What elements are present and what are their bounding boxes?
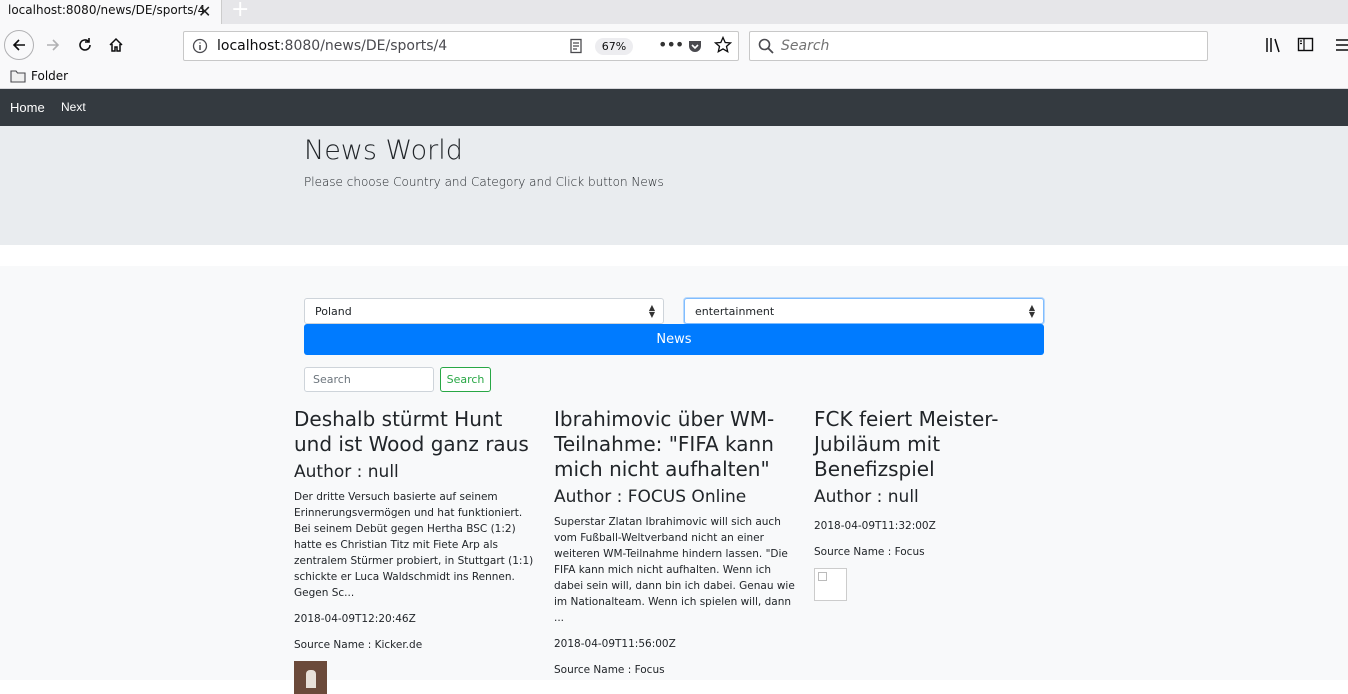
reader-view-icon[interactable] (568, 38, 584, 54)
reload-icon (79, 38, 91, 51)
broken-image-icon[interactable] (814, 568, 847, 601)
search-icon (758, 38, 774, 54)
article-author: Author : FOCUS Online (554, 487, 747, 507)
forward-button[interactable] (38, 30, 68, 60)
forward-arrow-icon (47, 39, 60, 51)
url-bar[interactable]: localhost:8080/news/DE/sports/4 67% ••• (183, 31, 739, 61)
jumbotron: News World Please choose Country and Cat… (0, 126, 1348, 245)
article-source: Source Name : Kicker.de (294, 639, 423, 651)
article-author: Author : null (294, 462, 399, 482)
category-select-value: entertainment (695, 305, 775, 318)
bookmark-star-icon[interactable] (714, 36, 732, 54)
close-icon[interactable]: ✕ (198, 2, 211, 21)
search-button[interactable]: Search (440, 367, 491, 392)
article-date: 2018-04-09T11:56:00Z (554, 638, 676, 650)
article-card: FCK feiert Meister-Jubiläum mit Benefizs… (814, 407, 1059, 601)
tab-strip: localhost:8080/news/DE/sports/4 ✕ + (0, 0, 1348, 24)
category-select[interactable]: entertainment ▲ ▼ (684, 298, 1044, 324)
more-actions-icon[interactable]: ••• (658, 35, 684, 54)
page-title: News World (304, 135, 463, 166)
article-card: Deshalb stürmt Hunt und ist Wood ganz ra… (294, 407, 539, 694)
article-title[interactable]: Ibrahimovic über WM-Teilnahme: "FIFA kan… (554, 407, 799, 482)
article-source: Source Name : Focus (554, 664, 665, 676)
select-arrows-icon: ▲ ▼ (648, 303, 655, 319)
article-card: Ibrahimovic über WM-Teilnahme: "FIFA kan… (554, 407, 799, 676)
nav-next-link[interactable]: Next (61, 100, 86, 114)
article-title[interactable]: FCK feiert Meister-Jubiläum mit Benefizs… (814, 407, 1059, 482)
url-text[interactable]: localhost:8080/news/DE/sports/4 (217, 38, 447, 54)
back-button[interactable] (4, 30, 34, 60)
home-icon (109, 37, 123, 52)
url-path: :8080/news/DE/sports/4 (279, 38, 448, 54)
reload-button[interactable] (70, 30, 100, 60)
bookmark-folder-label: Folder (31, 69, 69, 83)
article-title[interactable]: Deshalb stürmt Hunt und ist Wood ganz ra… (294, 407, 539, 457)
main-content: Poland ▲▼ entertainment ▲▼ News Search D… (0, 266, 1348, 694)
browser-search-placeholder: Search (781, 38, 830, 54)
news-button[interactable]: News (304, 324, 1044, 355)
folder-icon (10, 70, 26, 83)
bookmarks-toolbar: Folder (0, 66, 1348, 89)
back-arrow-icon (12, 39, 25, 51)
article-description: Superstar Zlatan Ibrahimovic will sich a… (554, 516, 795, 624)
bookmark-folder[interactable]: Folder (10, 69, 68, 83)
search-input[interactable] (304, 367, 434, 392)
article-source: Source Name : Focus (814, 546, 925, 558)
country-select-value: Poland (315, 305, 352, 318)
tab-title: localhost:8080/news/DE/sports/4 (8, 3, 206, 17)
article-date: 2018-04-09T12:20:46Z (294, 613, 416, 625)
navigation-toolbar: localhost:8080/news/DE/sports/4 67% ••• … (0, 24, 1348, 66)
zoom-badge[interactable]: 67% (595, 38, 633, 55)
hamburger-menu-icon[interactable] (1336, 37, 1348, 53)
home-button[interactable] (101, 30, 131, 60)
nav-home-link[interactable]: Home (10, 100, 45, 115)
article-thumbnail[interactable] (294, 661, 327, 694)
web-page: Home Next News World Please choose Count… (0, 89, 1348, 694)
tab-active[interactable]: localhost:8080/news/DE/sports/4 ✕ (0, 0, 222, 24)
site-navbar: Home Next (0, 89, 1348, 126)
page-subtitle: Please choose Country and Category and C… (304, 175, 664, 189)
new-tab-icon[interactable]: + (231, 0, 249, 22)
info-icon[interactable] (192, 38, 208, 54)
url-host: localhost (217, 38, 280, 54)
article-description: Der dritte Versuch basierte auf seinem E… (294, 491, 534, 599)
article-author: Author : null (814, 487, 919, 507)
country-select[interactable]: Poland ▲ ▼ (304, 298, 664, 324)
library-icon[interactable] (1265, 37, 1283, 53)
browser-search-bar[interactable]: Search (749, 31, 1208, 61)
select-arrows-icon: ▲ ▼ (1028, 303, 1035, 319)
pocket-icon[interactable] (687, 38, 703, 54)
article-date: 2018-04-09T11:32:00Z (814, 520, 936, 532)
sidebar-icon[interactable] (1297, 37, 1315, 53)
